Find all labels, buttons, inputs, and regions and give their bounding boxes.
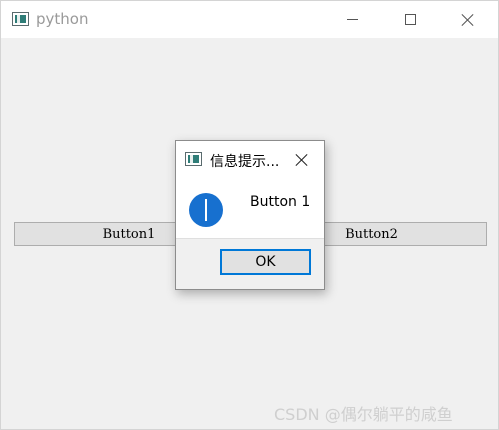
maximize-icon [404, 14, 416, 25]
close-icon [295, 153, 309, 167]
minimize-button[interactable] [329, 1, 375, 38]
maximize-button[interactable] [387, 1, 433, 38]
window-title: python [36, 10, 89, 28]
ok-button[interactable]: OK [220, 249, 311, 275]
title-bar[interactable]: python [1, 1, 498, 38]
dialog-message: Button 1 [250, 194, 311, 210]
message-dialog: 信息提示... Button 1 OK [175, 140, 325, 290]
dialog-button-bar: OK [176, 238, 324, 289]
dialog-title-bar[interactable]: 信息提示... [176, 141, 324, 177]
minimize-icon [346, 19, 358, 20]
close-button[interactable] [445, 1, 491, 38]
dialog-title: 信息提示... [210, 154, 280, 170]
python-app-icon [12, 12, 29, 26]
dialog-close-button[interactable] [292, 150, 312, 170]
app-icon [185, 152, 202, 166]
info-icon [189, 193, 223, 227]
close-icon [461, 13, 475, 27]
watermark-text: CSDN @偶尔躺平的咸鱼 [274, 405, 453, 424]
